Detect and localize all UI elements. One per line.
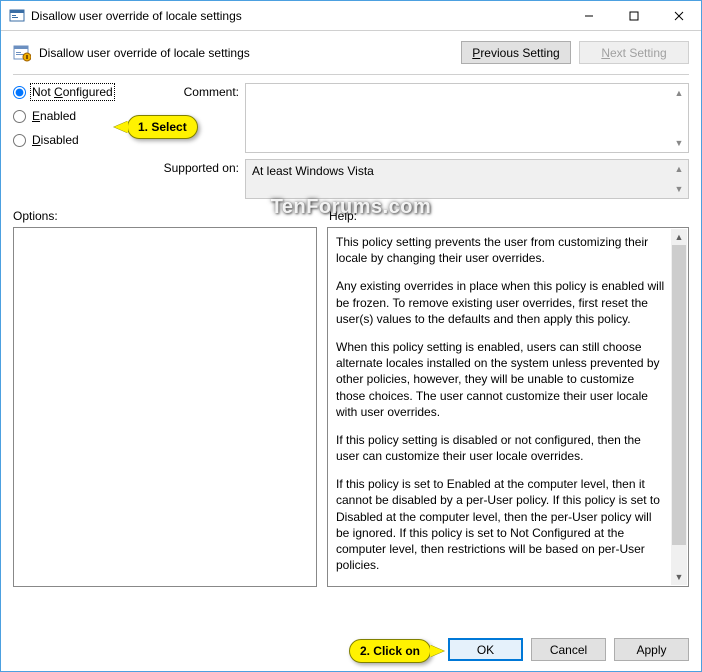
callout-select: 1. Select [127, 115, 198, 139]
policy-title: Disallow user override of locale setting… [39, 46, 453, 60]
mid-labels: Options: Help: [1, 199, 701, 227]
cancel-button[interactable]: Cancel [531, 638, 606, 661]
bottom-bar: OK Cancel Apply [448, 638, 689, 661]
scroll-down-icon[interactable]: ▼ [671, 569, 687, 585]
callout-click: 2. Click on [349, 639, 431, 663]
scroll-down-icon[interactable]: ▼ [671, 135, 687, 151]
help-paragraph: If this policy is set to Enabled at the … [336, 476, 666, 573]
app-icon [9, 8, 25, 24]
scroll-down-icon[interactable]: ▼ [671, 181, 687, 197]
help-paragraph: This policy setting prevents the user fr… [336, 234, 666, 266]
panes: This policy setting prevents the user fr… [1, 227, 701, 587]
titlebar: Disallow user override of locale setting… [1, 1, 701, 31]
radio-disabled-input[interactable] [13, 134, 26, 147]
options-label: Options: [13, 209, 317, 223]
previous-setting-button[interactable]: Previous Setting [461, 41, 571, 64]
close-button[interactable] [656, 1, 701, 31]
scroll-up-icon[interactable]: ▲ [671, 85, 687, 101]
help-pane: This policy setting prevents the user fr… [327, 227, 689, 587]
supported-on-box: At least Windows Vista ▲ ▼ [245, 159, 689, 199]
next-setting-button[interactable]: Next Setting [579, 41, 689, 64]
supported-on-value: At least Windows Vista [246, 160, 688, 182]
maximize-button[interactable] [611, 1, 656, 31]
window-title: Disallow user override of locale setting… [31, 8, 566, 23]
help-paragraph: If this policy setting is disabled or no… [336, 432, 666, 464]
scroll-up-icon[interactable]: ▲ [671, 161, 687, 177]
radio-not-configured-input[interactable] [13, 86, 26, 99]
ok-button[interactable]: OK [448, 638, 523, 661]
top-grid: Not Configured Enabled Disabled Comment:… [1, 83, 701, 199]
policy-icon [13, 44, 31, 62]
scroll-up-icon[interactable]: ▲ [671, 229, 687, 245]
scroll-thumb[interactable] [672, 245, 686, 545]
help-paragraph: To set this policy on a per-user basis, … [336, 585, 666, 587]
help-label: Help: [329, 209, 689, 223]
help-paragraph: When this policy setting is enabled, use… [336, 339, 666, 420]
apply-button[interactable]: Apply [614, 638, 689, 661]
comment-textarea[interactable]: ▲ ▼ [245, 83, 689, 153]
options-pane [13, 227, 317, 587]
help-scrollbar[interactable]: ▲ ▼ [671, 229, 687, 585]
help-text: This policy setting prevents the user fr… [336, 234, 680, 587]
supported-on-label: Supported on: [149, 153, 239, 199]
minimize-button[interactable] [566, 1, 611, 31]
radio-enabled-input[interactable] [13, 110, 26, 123]
separator [13, 74, 689, 75]
state-radio-group: Not Configured Enabled Disabled [13, 83, 163, 199]
header-row: Disallow user override of locale setting… [1, 31, 701, 74]
help-paragraph: Any existing overrides in place when thi… [336, 278, 666, 327]
radio-not-configured[interactable]: Not Configured [13, 85, 163, 99]
